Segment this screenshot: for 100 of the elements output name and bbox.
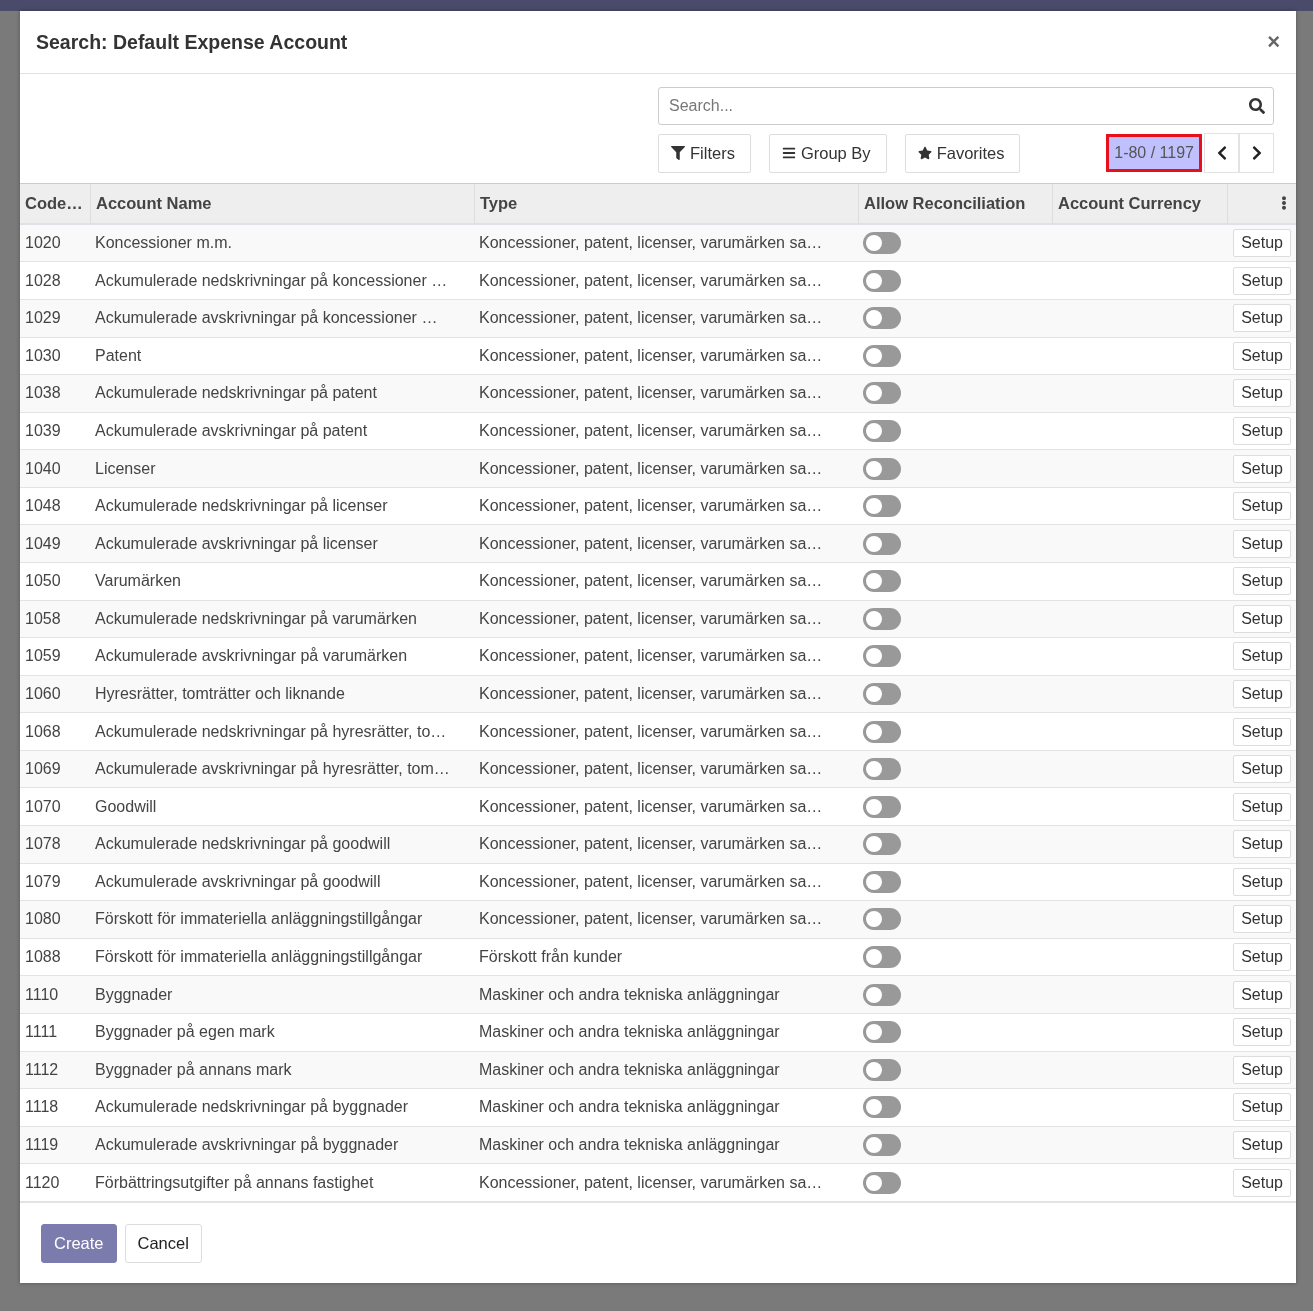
toggle-switch[interactable] bbox=[863, 833, 901, 856]
table-cell-text: Ackumulerade nedskrivningar på byggnader bbox=[94, 1097, 410, 1118]
setup-button[interactable]: Setup bbox=[1233, 717, 1291, 746]
table-cell-text: 1058 bbox=[24, 608, 62, 629]
search-icon[interactable] bbox=[1249, 98, 1265, 114]
toggle-switch[interactable] bbox=[863, 307, 901, 330]
setup-button[interactable]: Setup bbox=[1233, 266, 1291, 295]
toggle-switch[interactable] bbox=[863, 344, 901, 367]
setup-button[interactable]: Setup bbox=[1233, 1093, 1291, 1122]
close-button[interactable]: × bbox=[1267, 29, 1280, 55]
table-cell-text: Byggnader bbox=[94, 984, 174, 1005]
setup-button[interactable]: Setup bbox=[1233, 341, 1291, 370]
pager-value[interactable]: 1-80 / 1197 bbox=[1106, 134, 1202, 172]
toggle-switch[interactable] bbox=[863, 983, 901, 1006]
setup-button[interactable]: Setup bbox=[1233, 529, 1291, 558]
search-field[interactable]: Search... bbox=[658, 87, 1274, 125]
star-icon bbox=[917, 146, 932, 160]
setup-button[interactable]: Setup bbox=[1233, 943, 1291, 972]
toggle-switch[interactable] bbox=[863, 269, 901, 292]
toggle-switch[interactable] bbox=[863, 908, 901, 931]
toggle-switch[interactable] bbox=[863, 720, 901, 743]
setup-button[interactable]: Setup bbox=[1233, 1055, 1291, 1084]
toggle-switch[interactable] bbox=[863, 795, 901, 818]
table-cell-text: Maskiner och andra tekniska anläggningar bbox=[478, 984, 781, 1005]
table-cell-text: Koncessioner, patent, licenser, varumärken sa… bbox=[478, 383, 824, 404]
table-cell-text: Ackumulerade avskrivningar på goodwill bbox=[94, 871, 382, 892]
table-cell-text: Ackumulerade nedskrivningar på koncessioner … bbox=[94, 270, 449, 291]
table-cell-text: Förbättringsutgifter på annans fastighet bbox=[94, 1172, 375, 1193]
table-cell-text: Hyresrätter, tomträtter och liknande bbox=[94, 684, 346, 704]
toggle-switch[interactable] bbox=[863, 758, 901, 781]
table-cell-text: Goodwill bbox=[94, 796, 158, 817]
table-cell-text: 1118 bbox=[24, 1097, 60, 1118]
setup-button[interactable]: Setup bbox=[1233, 1130, 1291, 1159]
table-cell-text: 1069 bbox=[24, 759, 62, 780]
setup-button[interactable]: Setup bbox=[1233, 604, 1291, 633]
filter-button[interactable]: Group By bbox=[768, 133, 887, 173]
toggle-switch[interactable] bbox=[863, 946, 901, 969]
table-cell-text: 1029 bbox=[24, 308, 62, 329]
table-cell-text: 1070 bbox=[24, 796, 62, 817]
setup-button[interactable]: Setup bbox=[1233, 867, 1291, 896]
setup-button[interactable]: Setup bbox=[1233, 830, 1291, 859]
toggle-switch[interactable] bbox=[863, 570, 901, 593]
table-cell-text: Förskott från kunder bbox=[478, 947, 624, 968]
toggle-switch[interactable] bbox=[863, 495, 901, 518]
toggle-switch[interactable] bbox=[863, 1171, 901, 1194]
toggle-switch[interactable] bbox=[863, 532, 901, 555]
cancel-button[interactable]: Cancel bbox=[124, 1223, 202, 1263]
table-cell-text: Maskiner och andra tekniska anläggningar bbox=[478, 1097, 781, 1118]
toggle-switch[interactable] bbox=[863, 683, 901, 705]
table-cell-text: 1110 bbox=[24, 984, 60, 1005]
setup-button[interactable]: Setup bbox=[1233, 492, 1291, 521]
toggle-switch[interactable] bbox=[863, 1133, 901, 1156]
setup-button[interactable]: Setup bbox=[1233, 229, 1291, 258]
table-cell-text: Koncessioner, patent, licenser, varumärken sa… bbox=[478, 1172, 824, 1193]
table-cell-text: Koncessioner, patent, licenser, varumärken sa… bbox=[478, 871, 824, 892]
column-header[interactable]: Type bbox=[474, 184, 858, 223]
toggle-switch[interactable] bbox=[863, 419, 901, 442]
table-cell-text: 1079 bbox=[24, 871, 62, 892]
setup-button[interactable]: Setup bbox=[1233, 416, 1291, 445]
toggle-switch[interactable] bbox=[863, 1058, 901, 1081]
toggle-switch[interactable] bbox=[863, 1021, 901, 1044]
setup-button[interactable]: Setup bbox=[1233, 304, 1291, 333]
table-cell-text: Koncessioner, patent, licenser, varumärken sa… bbox=[478, 608, 824, 629]
setup-button[interactable]: Setup bbox=[1233, 905, 1291, 934]
setup-button[interactable]: Setup bbox=[1233, 980, 1291, 1009]
column-header[interactable]: Code… bbox=[20, 184, 90, 223]
setup-button[interactable]: Setup bbox=[1233, 642, 1291, 671]
toggle-switch[interactable] bbox=[863, 457, 901, 480]
setup-button[interactable]: Setup bbox=[1233, 680, 1291, 708]
setup-button[interactable]: Setup bbox=[1233, 454, 1291, 483]
column-header[interactable]: Account Name bbox=[90, 184, 474, 223]
column-header[interactable]: Allow Reconciliation bbox=[858, 184, 1052, 223]
table-cell-text: 1080 bbox=[24, 909, 62, 930]
column-header[interactable]: Account Currency bbox=[1052, 184, 1227, 223]
setup-button[interactable]: Setup bbox=[1233, 1018, 1291, 1047]
toggle-switch[interactable] bbox=[863, 645, 901, 668]
filter-button[interactable]: Filters bbox=[658, 133, 751, 173]
toggle-switch[interactable] bbox=[863, 870, 901, 893]
table-cell-text: Koncessioner, patent, licenser, varumärken sa… bbox=[478, 458, 824, 479]
table-cell-text: 1050 bbox=[24, 571, 62, 592]
setup-button[interactable]: Setup bbox=[1233, 379, 1291, 408]
setup-button[interactable]: Setup bbox=[1233, 567, 1291, 596]
create-button[interactable]: Create bbox=[41, 1223, 117, 1263]
setup-button[interactable]: Setup bbox=[1233, 1168, 1291, 1197]
toggle-switch[interactable] bbox=[863, 1096, 901, 1119]
table-cell-text: Byggnader på annans mark bbox=[94, 1059, 293, 1080]
table-cell-text: Ackumulerade avskrivningar på varumärken bbox=[94, 646, 409, 667]
table-cell-text: Förskott för immateriella anläggningstillgångar bbox=[94, 947, 424, 968]
filter-button[interactable]: Favorites bbox=[904, 133, 1021, 173]
toggle-switch[interactable] bbox=[863, 607, 901, 630]
table-cell-text: Koncessioner, patent, licenser, varumärken sa… bbox=[478, 533, 824, 554]
table-cell-text: Byggnader på egen mark bbox=[94, 1022, 276, 1043]
toggle-switch[interactable] bbox=[863, 232, 901, 255]
menu-icon bbox=[781, 146, 796, 160]
setup-button[interactable]: Setup bbox=[1233, 792, 1291, 821]
table-cell-text: Varumärken bbox=[94, 571, 182, 592]
next-button[interactable] bbox=[1239, 133, 1274, 173]
toggle-switch[interactable] bbox=[863, 382, 901, 405]
previous-button[interactable] bbox=[1204, 133, 1239, 173]
setup-button[interactable]: Setup bbox=[1233, 755, 1291, 784]
